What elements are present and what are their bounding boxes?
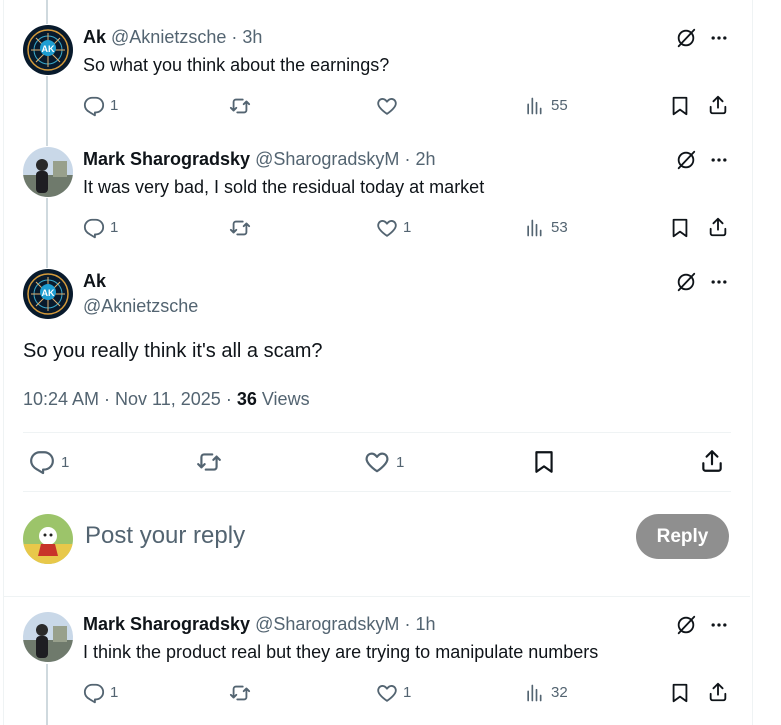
avatar[interactable]: AK [23, 25, 73, 75]
reply-icon[interactable] [29, 449, 55, 475]
more-icon[interactable] [709, 272, 729, 292]
divider [23, 491, 731, 492]
views-count: 53 [551, 219, 568, 236]
separator-dot: · [231, 27, 238, 47]
post-text: I think the product real but they are tr… [83, 642, 599, 662]
bookmark-icon[interactable] [669, 682, 691, 704]
more-icon[interactable] [709, 150, 729, 170]
svg-text:AK: AK [42, 288, 55, 298]
separator-dot: · [404, 149, 411, 169]
share-icon[interactable] [707, 94, 729, 116]
views-count: 55 [551, 97, 568, 114]
author-name[interactable]: Mark Sharogradsky [83, 614, 250, 634]
post-header: Mark Sharogradsky @SharogradskyM · 2h [83, 149, 435, 170]
like-icon[interactable] [376, 217, 398, 239]
reply-count: 1 [61, 454, 70, 471]
like-icon[interactable] [364, 449, 390, 475]
reply-count: 1 [110, 219, 119, 236]
no-topic-icon[interactable] [675, 614, 697, 636]
thread-line [46, 198, 48, 268]
reply-icon[interactable] [83, 95, 105, 117]
repost-icon[interactable] [229, 217, 251, 239]
post-time[interactable]: 2h [415, 149, 435, 169]
more-icon[interactable] [709, 28, 729, 48]
divider [4, 596, 750, 597]
views-label: Views [261, 389, 310, 409]
author-handle[interactable]: @SharogradskyM [255, 149, 399, 169]
author-name[interactable]: Mark Sharogradsky [83, 149, 250, 169]
post-header: Mark Sharogradsky @SharogradskyM · 1h [83, 614, 435, 635]
thread-line [46, 0, 48, 24]
bookmark-icon[interactable] [669, 95, 691, 117]
svg-text:AK: AK [42, 44, 55, 54]
author-name[interactable]: Ak [83, 27, 106, 47]
reply-button[interactable]: Reply [636, 514, 729, 559]
like-icon[interactable] [376, 95, 398, 117]
like-count: 1 [396, 454, 405, 471]
main-post-text: So you really think it's all a scam? [23, 340, 323, 362]
share-icon[interactable] [707, 681, 729, 703]
no-topic-icon[interactable] [675, 271, 697, 293]
post-header: Ak @Aknietzsche · 3h [83, 27, 262, 48]
repost-icon[interactable] [229, 95, 251, 117]
reply-count: 1 [110, 97, 119, 114]
repost-icon[interactable] [229, 682, 251, 704]
like-count: 1 [403, 684, 412, 701]
views-count: 32 [551, 684, 568, 701]
like-count: 1 [403, 219, 412, 236]
separator-dot: · [404, 614, 411, 634]
reply-icon[interactable] [83, 682, 105, 704]
my-avatar[interactable] [23, 514, 73, 564]
no-topic-icon[interactable] [675, 149, 697, 171]
author-name[interactable]: Ak [83, 271, 106, 292]
views-icon[interactable] [524, 218, 544, 238]
author-handle[interactable]: @Aknietzsche [83, 296, 198, 317]
avatar[interactable] [23, 147, 73, 197]
views-icon[interactable] [524, 683, 544, 703]
post-text: So what you think about the earnings? [83, 55, 390, 75]
post-time[interactable]: 1h [415, 614, 435, 634]
separator-dot: · [225, 389, 232, 409]
thread-line [46, 76, 48, 146]
like-icon[interactable] [376, 682, 398, 704]
more-icon[interactable] [709, 615, 729, 635]
bookmark-icon[interactable] [669, 217, 691, 239]
no-topic-icon[interactable] [675, 27, 697, 49]
share-icon[interactable] [707, 216, 729, 238]
repost-icon[interactable] [196, 449, 222, 475]
avatar[interactable]: AK [23, 269, 73, 319]
share-icon[interactable] [699, 448, 725, 474]
post-timestamp[interactable]: 10:24 AM · Nov 11, 2025 [23, 389, 221, 409]
post-text: It was very bad, I sold the residual tod… [83, 177, 485, 197]
reply-icon[interactable] [83, 217, 105, 239]
reply-count: 1 [110, 684, 119, 701]
divider [23, 432, 731, 433]
thread-line [46, 664, 48, 725]
author-handle[interactable]: @Aknietzsche [111, 27, 226, 47]
views-icon[interactable] [524, 96, 544, 116]
bookmark-icon[interactable] [531, 449, 557, 475]
author-handle[interactable]: @SharogradskyM [255, 614, 399, 634]
post-time[interactable]: 3h [242, 27, 262, 47]
views-count: 36 [236, 389, 257, 409]
avatar[interactable] [23, 612, 73, 662]
post-timestamp-row: 10:24 AM · Nov 11, 2025 · 36 Views [23, 389, 310, 410]
reply-input[interactable]: Post your reply [85, 522, 245, 550]
